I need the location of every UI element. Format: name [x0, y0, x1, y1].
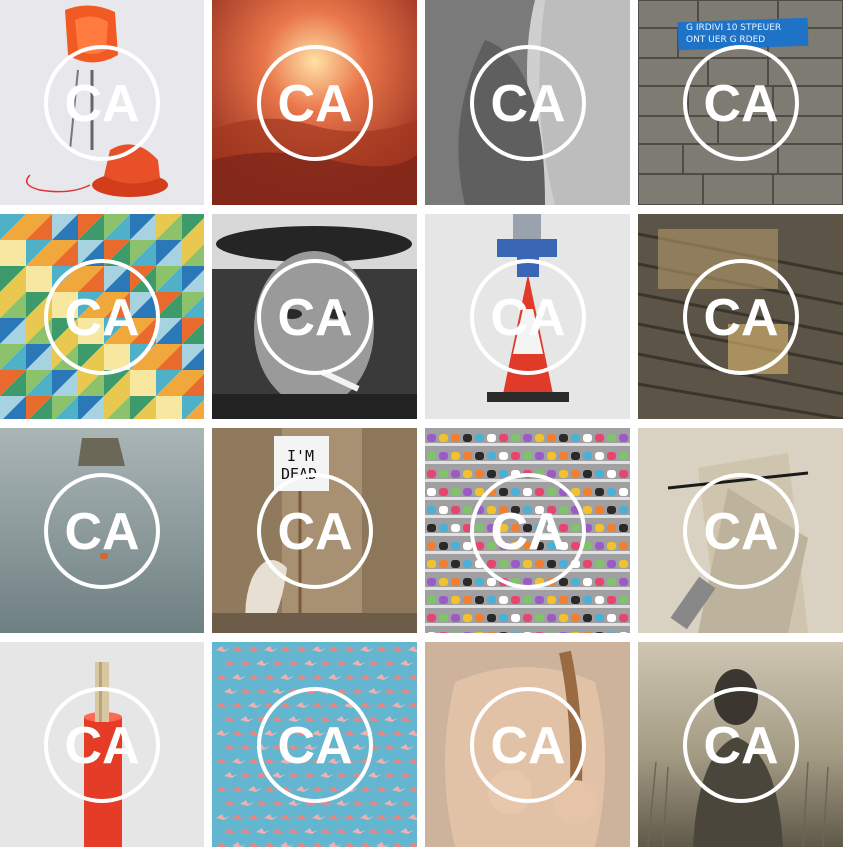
- tile-life-vest[interactable]: CA: [0, 0, 204, 205]
- tile-abstract-painting[interactable]: CA: [638, 428, 843, 633]
- dog-sign-line2: DEAD: [281, 465, 318, 483]
- photo-triangle-mosaic: [0, 214, 204, 419]
- dog-sign-line1: I'M: [287, 447, 315, 465]
- photo-kiss: [425, 0, 630, 205]
- tile-stone-wall[interactable]: G IRDIVI 10 STPEUER ONT UER G RDED CA: [638, 0, 843, 205]
- tile-man-cigarette[interactable]: CA: [212, 214, 417, 419]
- photo-traffic-cone: [425, 214, 630, 419]
- tile-kiss[interactable]: CA: [425, 0, 630, 205]
- photo-water-pier: [0, 428, 204, 633]
- street-sign-line1: G IRDIVI 10 STPEUER: [686, 23, 782, 33]
- tile-traffic-cone[interactable]: CA: [425, 214, 630, 419]
- photo-red-cylinder: [0, 642, 204, 847]
- tile-pill-shelves[interactable]: CA: [425, 428, 630, 633]
- tile-triangle-mosaic[interactable]: CA: [0, 214, 204, 419]
- tile-figure-braid[interactable]: CA: [425, 642, 630, 847]
- photo-flamingos: [212, 642, 417, 847]
- photo-figure-braid: [425, 642, 630, 847]
- tile-flamingos[interactable]: CA: [212, 642, 417, 847]
- photo-letterpress: [638, 214, 843, 419]
- photo-abstract-painting: [638, 428, 843, 633]
- photo-man-cigarette: [212, 214, 417, 419]
- tile-letterpress[interactable]: CA: [638, 214, 843, 419]
- tile-water-pier[interactable]: CA: [0, 428, 204, 633]
- photo-sepia-portrait: [638, 642, 843, 847]
- photo-grid: CA CA CA G IRDIVI 10 STPEUER ONT UER G R…: [0, 0, 845, 847]
- tile-sunset[interactable]: CA: [212, 0, 417, 205]
- photo-sunset: [212, 0, 417, 205]
- tile-dog-sign[interactable]: I'M DEAD CA: [212, 428, 417, 633]
- photo-pill-shelves: [425, 428, 630, 633]
- photo-dog-sign: [212, 428, 417, 633]
- tile-red-cylinder[interactable]: CA: [0, 642, 204, 847]
- street-sign-line2: ONT UER G RDED: [686, 35, 766, 45]
- tile-sepia-portrait[interactable]: CA: [638, 642, 843, 847]
- photo-life-vest: [0, 0, 204, 205]
